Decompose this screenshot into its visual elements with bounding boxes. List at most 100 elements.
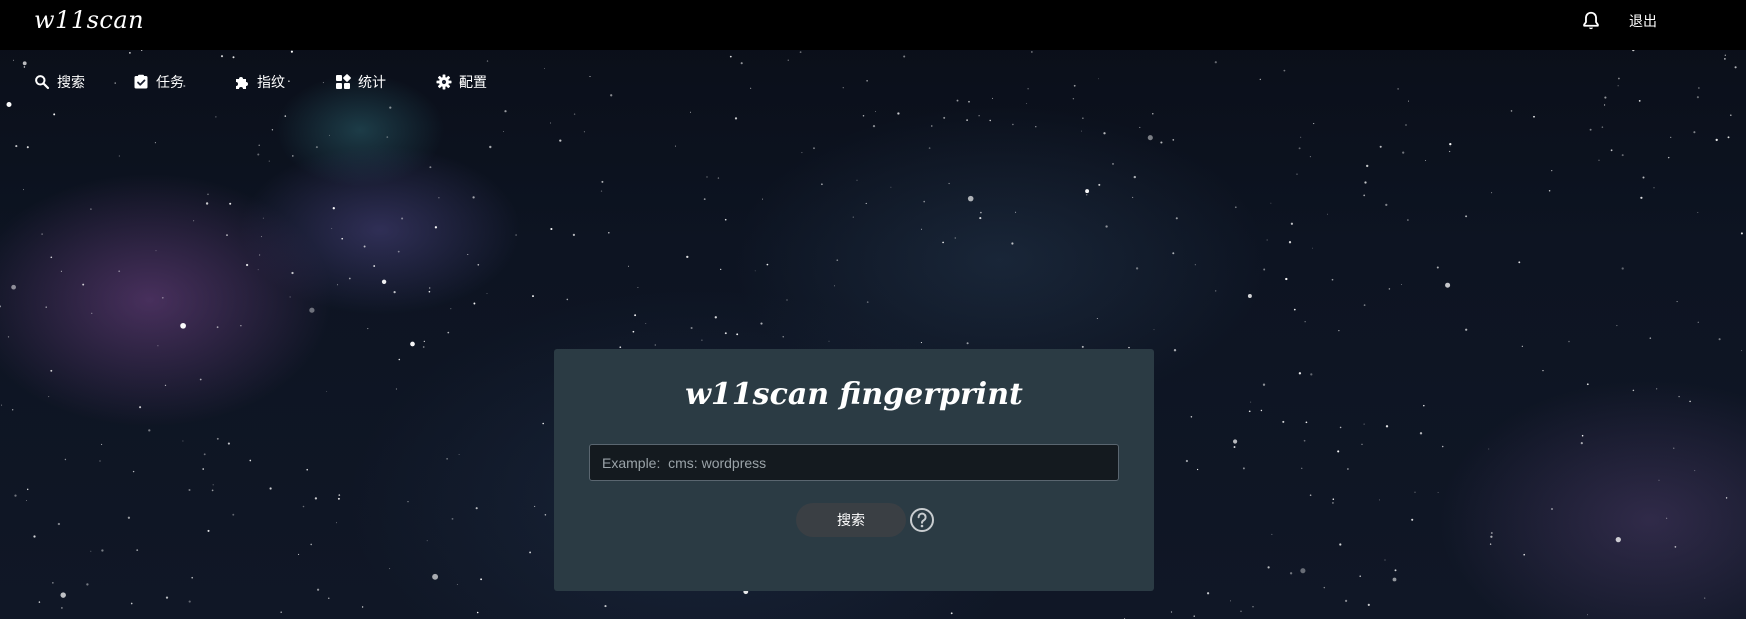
star xyxy=(1298,372,1302,375)
card-title: w11scan fingerprint xyxy=(685,377,1023,412)
star xyxy=(852,216,854,218)
nav-item-task[interactable]: 任务 xyxy=(133,72,184,92)
star xyxy=(1206,592,1210,595)
star xyxy=(50,256,53,259)
star xyxy=(714,316,717,319)
star xyxy=(389,106,392,109)
star xyxy=(1693,131,1696,134)
star xyxy=(328,597,330,599)
star xyxy=(1313,123,1315,125)
logout-link[interactable]: 退出 xyxy=(1629,11,1657,31)
star xyxy=(422,346,425,348)
star xyxy=(1196,468,1199,471)
star xyxy=(291,271,294,275)
star xyxy=(316,588,320,591)
star xyxy=(1283,69,1286,72)
star xyxy=(1027,88,1029,90)
star xyxy=(1298,147,1301,150)
star xyxy=(544,514,547,516)
star xyxy=(1344,599,1348,603)
star xyxy=(1338,330,1340,332)
star xyxy=(637,287,639,288)
star xyxy=(559,139,562,142)
star xyxy=(543,67,546,70)
star xyxy=(923,200,925,203)
star xyxy=(1379,499,1380,501)
star xyxy=(1147,135,1153,141)
star xyxy=(458,454,460,455)
star xyxy=(202,468,204,470)
star xyxy=(875,110,876,112)
star xyxy=(165,596,169,599)
star xyxy=(956,99,959,102)
star xyxy=(1489,543,1492,545)
star xyxy=(215,116,217,118)
star xyxy=(182,440,184,442)
star xyxy=(0,305,1,308)
star xyxy=(1388,288,1391,290)
star xyxy=(486,293,488,294)
star xyxy=(212,484,214,486)
star xyxy=(381,279,387,284)
star xyxy=(1408,100,1409,102)
star xyxy=(180,322,186,329)
star xyxy=(456,583,458,586)
star xyxy=(762,198,763,200)
star xyxy=(1309,494,1312,497)
star xyxy=(782,336,784,338)
search-button[interactable]: 搜索 xyxy=(796,503,906,537)
star xyxy=(1601,126,1604,128)
star xyxy=(799,51,802,53)
star xyxy=(686,255,689,259)
star xyxy=(968,100,970,103)
star xyxy=(1098,183,1101,186)
star xyxy=(1734,66,1737,69)
star xyxy=(1488,448,1490,450)
star xyxy=(205,202,209,205)
nav-item-search[interactable]: 搜索 xyxy=(34,72,85,92)
star xyxy=(1247,294,1252,298)
star xyxy=(245,263,249,267)
star xyxy=(467,254,469,255)
star xyxy=(410,341,415,347)
star xyxy=(15,145,18,148)
star xyxy=(1332,498,1335,500)
star xyxy=(1152,113,1154,115)
nav-item-stats[interactable]: 统计 xyxy=(335,72,386,92)
help-icon[interactable] xyxy=(909,507,935,533)
search-input[interactable] xyxy=(589,444,1119,481)
star xyxy=(259,254,261,256)
star xyxy=(348,277,351,280)
app-logo[interactable]: w11scan xyxy=(34,6,144,34)
star xyxy=(948,182,950,185)
star xyxy=(101,443,103,445)
star xyxy=(118,270,121,273)
star xyxy=(674,145,676,147)
star xyxy=(608,231,610,234)
star xyxy=(1305,421,1308,424)
star xyxy=(980,211,982,214)
star xyxy=(45,306,47,308)
star xyxy=(1285,277,1288,281)
star xyxy=(1293,308,1296,311)
star xyxy=(1105,225,1108,228)
star xyxy=(26,488,29,491)
star xyxy=(477,263,480,266)
star xyxy=(750,87,752,89)
nav-item-fingerprint[interactable]: 指纹 xyxy=(234,72,285,92)
star xyxy=(1441,445,1444,448)
star xyxy=(298,553,300,555)
star xyxy=(1250,401,1252,403)
star xyxy=(1015,211,1017,213)
star xyxy=(943,116,946,119)
nav-item-config[interactable]: 配置 xyxy=(436,72,487,92)
star xyxy=(101,549,104,552)
star xyxy=(338,494,341,496)
star xyxy=(1282,420,1285,423)
star xyxy=(1175,217,1178,220)
star xyxy=(550,122,552,124)
star xyxy=(890,186,892,188)
star xyxy=(1290,222,1294,225)
bell-icon[interactable] xyxy=(1580,9,1602,33)
star xyxy=(1252,606,1254,608)
